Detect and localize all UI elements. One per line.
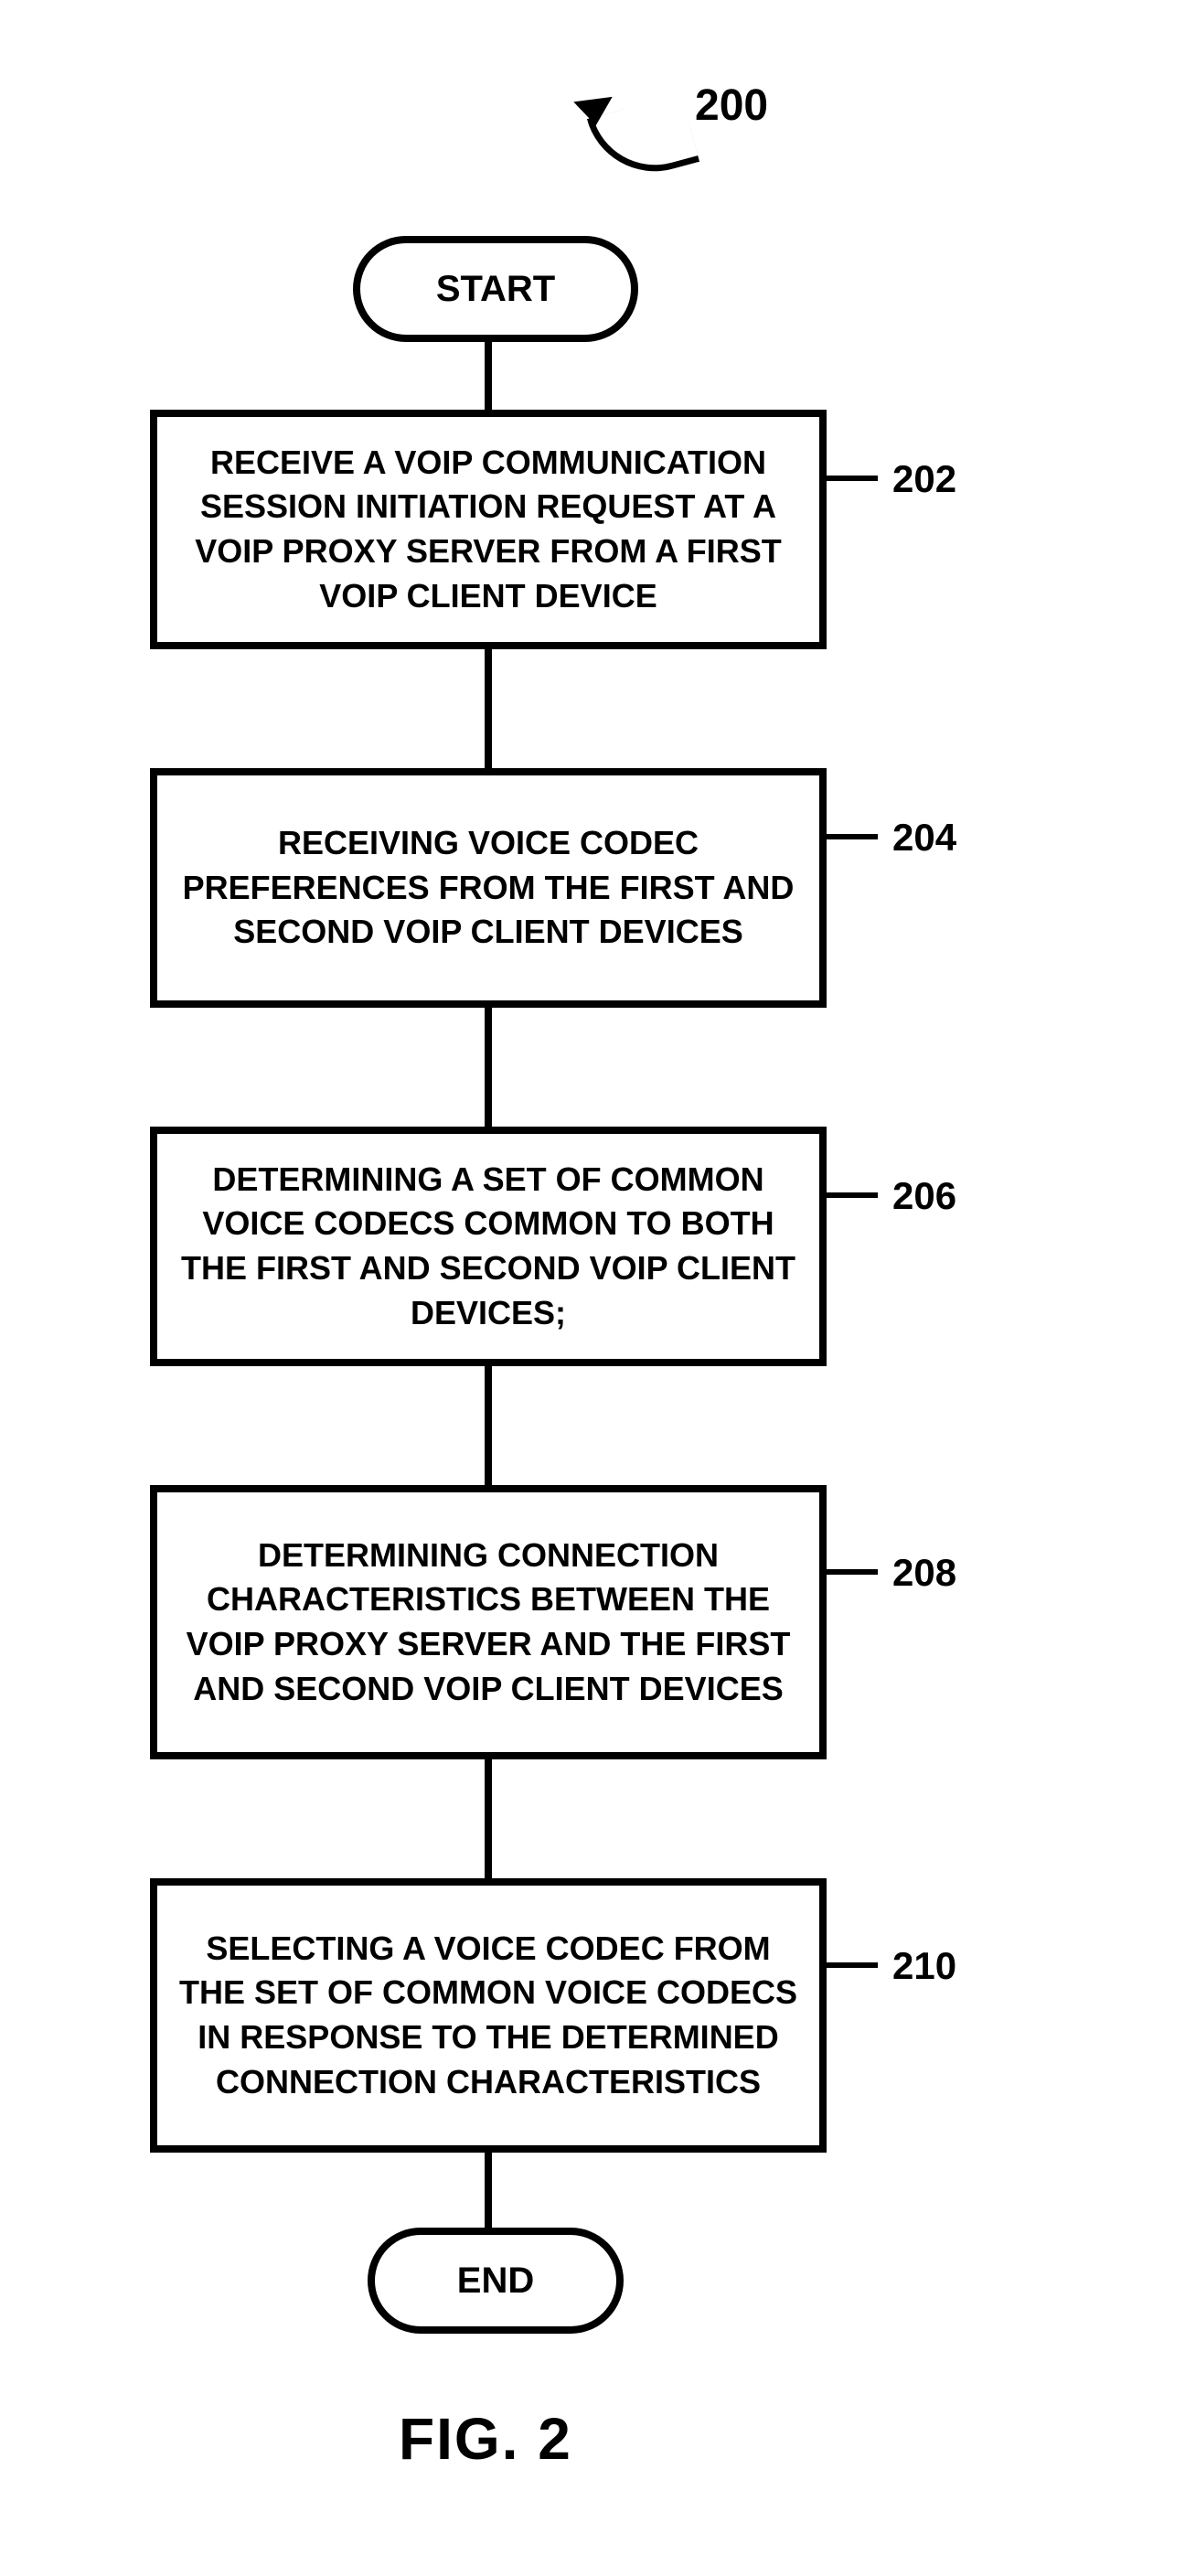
connector: [485, 335, 492, 410]
connector: [485, 2153, 492, 2228]
step-text: DETERMINING CONNECTION CHARACTERISTICS B…: [176, 1534, 801, 1711]
step-text: SELECTING A VOICE CODEC FROM THE SET OF …: [176, 1927, 801, 2104]
end-label: END: [457, 2261, 534, 2302]
step-box-210: SELECTING A VOICE CODEC FROM THE SET OF …: [150, 1878, 827, 2153]
step-number-202: 202: [892, 457, 956, 501]
step-number-208: 208: [892, 1551, 956, 1595]
connector: [485, 649, 492, 768]
connector: [485, 1366, 492, 1485]
connector: [485, 1008, 492, 1127]
flowchart-figure: 200 START RECEIVE A VOIP COMMUNICATION S…: [0, 0, 1185, 2576]
step-number-204: 204: [892, 816, 956, 860]
step-number-210: 210: [892, 1944, 956, 1988]
figure-caption: FIG. 2: [399, 2405, 572, 2473]
lead-line: [827, 1569, 878, 1575]
lead-line: [827, 1962, 878, 1968]
figure-reference-number: 200: [695, 80, 768, 131]
step-box-204: RECEIVING VOICE CODEC PREFERENCES FROM T…: [150, 768, 827, 1008]
step-box-208: DETERMINING CONNECTION CHARACTERISTICS B…: [150, 1485, 827, 1759]
step-box-206: DETERMINING A SET OF COMMON VOICE CODECS…: [150, 1127, 827, 1366]
connector: [485, 1759, 492, 1878]
step-text: RECEIVING VOICE CODEC PREFERENCES FROM T…: [176, 821, 801, 955]
start-label: START: [436, 269, 555, 310]
step-number-206: 206: [892, 1174, 956, 1218]
step-text: RECEIVE A VOIP COMMUNICATION SESSION INI…: [176, 441, 801, 618]
start-terminator: START: [353, 236, 638, 342]
step-text: DETERMINING A SET OF COMMON VOICE CODECS…: [176, 1158, 801, 1335]
end-terminator: END: [368, 2228, 624, 2334]
step-box-202: RECEIVE A VOIP COMMUNICATION SESSION INI…: [150, 410, 827, 649]
lead-line: [827, 1192, 878, 1198]
lead-line: [827, 476, 878, 481]
lead-line: [827, 834, 878, 839]
